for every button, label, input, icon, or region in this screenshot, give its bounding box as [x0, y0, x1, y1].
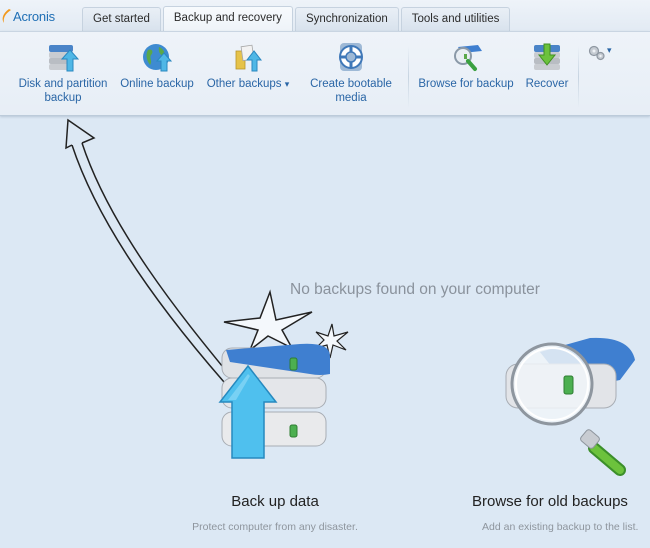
browse-old-backups-subtitle: Add an existing backup to the list. — [482, 521, 639, 533]
back-up-data-title: Back up data — [231, 493, 319, 510]
magnifier-disk-icon — [505, 337, 635, 476]
back-up-data-subtitle: Protect computer from any disaster. — [192, 521, 358, 533]
back-up-data-action[interactable]: Back up data Protect computer from any d… — [180, 289, 370, 540]
browse-old-backups-action[interactable]: Browse for old backups Add an existing b… — [470, 330, 650, 540]
disk-stack-upload-icon — [218, 289, 349, 459]
browse-old-backups-title: Browse for old backups — [472, 493, 628, 510]
